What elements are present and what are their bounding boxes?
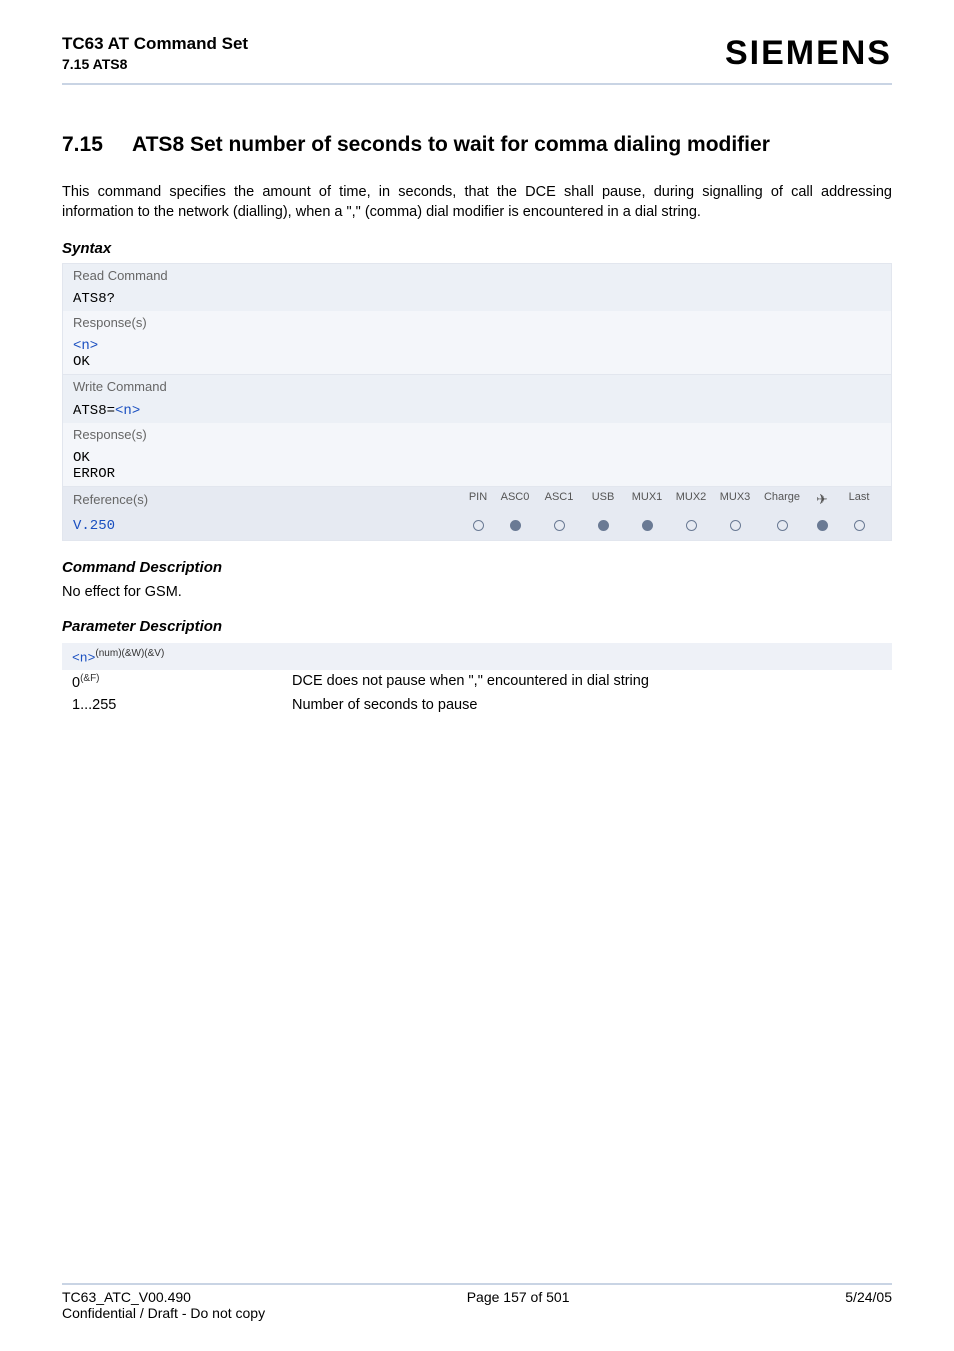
dot-asc1 (537, 517, 581, 535)
syntax-heading: Syntax (62, 240, 892, 257)
dot-empty-icon (777, 520, 788, 531)
doc-title: TC63 AT Command Set (62, 34, 248, 54)
ref-col-pin: PIN (463, 491, 493, 508)
section-number: 7.15 (62, 133, 132, 157)
section-title-text: ATS8 Set number of seconds to wait for c… (132, 133, 770, 157)
dot-airplane (807, 517, 837, 535)
param-row-1-desc: Number of seconds to pause (292, 697, 892, 713)
read-command-value: ATS8? (63, 287, 891, 311)
section-heading: 7.15 ATS8 Set number of seconds to wait … (62, 133, 892, 157)
dot-mux3 (713, 517, 757, 535)
header-rule (62, 83, 892, 85)
dot-filled-icon (598, 520, 609, 531)
param-row-0: 0(&F) DCE does not pause when "," encoun… (62, 670, 892, 694)
write-cmd-prefix: ATS8= (73, 403, 115, 419)
ref-col-usb: USB (581, 491, 625, 508)
reference-dots (463, 517, 881, 535)
footer-left: TC63_ATC_V00.490 (62, 1289, 191, 1305)
dot-empty-icon (854, 520, 865, 531)
dot-empty-icon (473, 520, 484, 531)
param-row-1-value: 1...255 (72, 697, 292, 713)
footer-sub: Confidential / Draft - Do not copy (62, 1305, 892, 1321)
dot-empty-icon (686, 520, 697, 531)
footer-right: 5/24/05 (845, 1289, 892, 1305)
dot-filled-icon (510, 520, 521, 531)
param-row-0-val-sup: (&F) (80, 673, 99, 684)
param-n-header: <n>(num)(&W)(&V) (62, 643, 892, 670)
reference-value[interactable]: V.250 (73, 518, 463, 534)
ref-col-asc1: ASC1 (537, 491, 581, 508)
ref-col-mux3: MUX3 (713, 491, 757, 508)
dot-usb (581, 517, 625, 535)
dot-empty-icon (554, 520, 565, 531)
brand-logo: SIEMENS (725, 34, 892, 73)
read-response-n[interactable]: <n> (73, 338, 881, 354)
ref-col-mux2: MUX2 (669, 491, 713, 508)
intro-paragraph: This command specifies the amount of tim… (62, 183, 892, 222)
dot-empty-icon (730, 520, 741, 531)
command-description-text: No effect for GSM. (62, 584, 892, 600)
param-row-0-val-text: 0 (72, 675, 80, 691)
command-description-heading: Command Description (62, 559, 892, 576)
page-footer: TC63_ATC_V00.490 Page 157 of 501 5/24/05… (62, 1283, 892, 1321)
write-response-body: OK ERROR (63, 446, 891, 486)
param-row-0-value: 0(&F) (72, 673, 292, 691)
read-response-ok: OK (73, 354, 881, 370)
write-command-value: ATS8=<n> (63, 398, 891, 423)
reference-value-row: V.250 (63, 512, 891, 540)
dot-filled-icon (817, 520, 828, 531)
write-response-ok: OK (73, 450, 881, 466)
dot-pin (463, 517, 493, 535)
ref-col-last: Last (837, 491, 881, 508)
write-cmd-param[interactable]: <n> (115, 403, 140, 419)
ref-col-mux1: MUX1 (625, 491, 669, 508)
ref-col-charge: Charge (757, 491, 807, 508)
param-row-0-desc: DCE does not pause when "," encountered … (292, 673, 892, 691)
syntax-box: Read Command ATS8? Response(s) <n> OK Wr… (62, 263, 892, 541)
dot-last (837, 517, 881, 535)
dot-charge (757, 517, 807, 535)
references-label: Reference(s) (73, 492, 463, 507)
reference-header-row: Reference(s) PIN ASC0 ASC1 USB MUX1 MUX2… (63, 487, 891, 512)
param-n-sup: (num)(&W)(&V) (95, 648, 164, 659)
read-command-label: Read Command (63, 264, 891, 287)
write-response-error: ERROR (73, 466, 881, 482)
ref-col-asc0: ASC0 (493, 491, 537, 508)
dot-mux2 (669, 517, 713, 535)
ref-col-airplane: ✈ (807, 491, 837, 508)
parameter-description-heading: Parameter Description (62, 618, 892, 635)
reference-columns: PIN ASC0 ASC1 USB MUX1 MUX2 MUX3 Charge … (463, 491, 881, 508)
write-responses-label: Response(s) (63, 423, 891, 446)
footer-center: Page 157 of 501 (467, 1289, 570, 1305)
param-row-1: 1...255 Number of seconds to pause (62, 694, 892, 716)
doc-subtitle: 7.15 ATS8 (62, 56, 248, 72)
param-n-name[interactable]: <n> (72, 650, 95, 665)
airplane-icon: ✈ (816, 491, 828, 508)
dot-filled-icon (642, 520, 653, 531)
read-responses-label: Response(s) (63, 311, 891, 334)
dot-asc0 (493, 517, 537, 535)
read-response-body: <n> OK (63, 334, 891, 374)
footer-rule (62, 1283, 892, 1285)
dot-mux1 (625, 517, 669, 535)
page-header: TC63 AT Command Set 7.15 ATS8 SIEMENS (62, 34, 892, 73)
write-command-label: Write Command (63, 375, 891, 398)
